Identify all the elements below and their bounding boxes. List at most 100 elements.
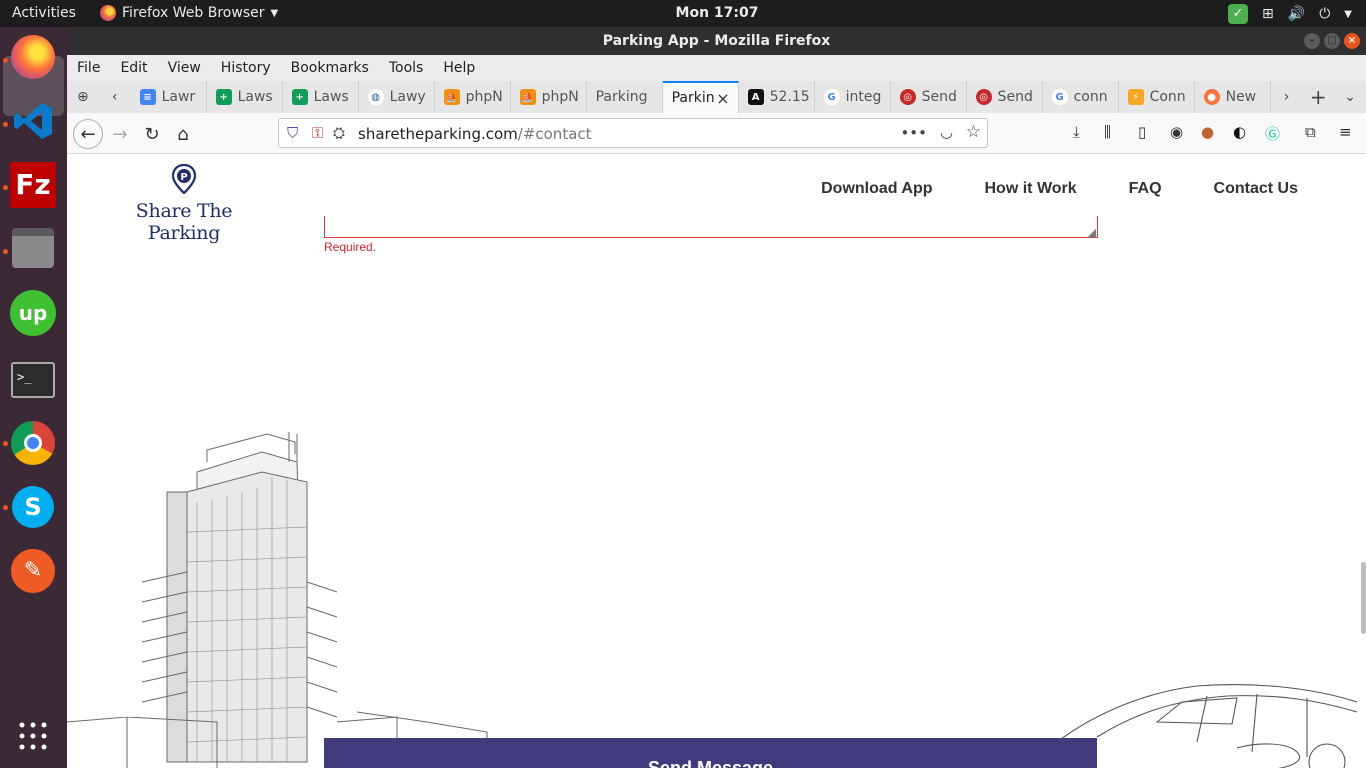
message-textarea[interactable]: ◢ [324, 216, 1098, 239]
pocket-icon[interactable]: ◡ [940, 123, 953, 141]
required-error-text: Required. [324, 240, 377, 254]
scroll-tabs-right-button[interactable]: › [1271, 81, 1303, 113]
close-window-button[interactable]: × [1344, 33, 1360, 49]
tab-8[interactable]: A 52.15 [739, 81, 815, 113]
tab-9[interactable]: Ginteg [815, 81, 891, 113]
tab-13[interactable]: ⚡ Conn [1119, 81, 1195, 113]
maximize-button[interactable]: □ [1324, 33, 1340, 49]
new-tab-button[interactable]: + [1302, 81, 1334, 113]
insecure-lock-icon[interactable]: ⚿ [312, 124, 323, 142]
tab-strip: ≡ Lawr + Laws + Laws ◍ Lawy ⛵ phpN ⛵ phpN Parking Par… [131, 81, 1271, 113]
account-icon[interactable]: ◉ [1170, 123, 1183, 141]
dock-filezilla[interactable]: Fz [9, 161, 57, 209]
home-button[interactable]: ⌂ [168, 119, 198, 149]
tab-2[interactable]: + Laws [283, 81, 359, 113]
close-tab-icon[interactable]: × [716, 89, 729, 108]
tab-11[interactable]: ◎ Send [967, 81, 1043, 113]
tray-caret-icon[interactable]: ▼ [1344, 9, 1352, 20]
permissions-icon[interactable]: ⛭ [333, 124, 345, 142]
update-check-icon[interactable]: ✓ [1228, 4, 1249, 24]
parking-pin-icon: P [171, 163, 197, 195]
menu-help[interactable]: Help [433, 55, 485, 81]
nav-faq[interactable]: FAQ [1129, 180, 1162, 198]
site-logo[interactable]: P Share The Parking [99, 163, 269, 244]
resize-handle-icon[interactable]: ◢ [1088, 226, 1096, 239]
bookmark-star-icon[interactable]: ☆ [966, 122, 981, 142]
list-all-tabs-button[interactable]: ⌄ [1334, 81, 1366, 113]
firefox-icon [11, 35, 55, 79]
scroll-tabs-left-button[interactable]: ‹ [99, 81, 131, 113]
tab-0[interactable]: ≡ Lawr [131, 81, 207, 113]
page-scrollbar-thumb[interactable] [1361, 562, 1366, 634]
url-text[interactable]: sharetheparking.com/#contact [358, 125, 592, 143]
arrow-right-icon: → [112, 123, 128, 145]
url-bar[interactable]: ⛉ ⚿ ⛭ sharetheparking.com/#contact ••• ◡… [278, 118, 988, 148]
tab-label: Lawr [161, 89, 196, 105]
menu-view[interactable]: View [158, 55, 211, 81]
a-icon: A [747, 89, 764, 105]
tab-bar: ⊕ ‹ ≡ Lawr + Laws + Laws ◍ Lawy ⛵ phpN ⛵ phpN Parkin… [67, 81, 1366, 113]
menu-tools[interactable]: Tools [379, 55, 434, 81]
grammarly-extension-icon[interactable]: Ⓖ [1265, 123, 1280, 144]
dock-chrome[interactable] [9, 419, 57, 467]
menu-file[interactable]: File [67, 55, 110, 81]
downloads-icon[interactable]: ⤓ [1073, 123, 1080, 141]
window-title: Parking App - Mozilla Firefox [602, 33, 831, 49]
dock-firefox[interactable] [9, 33, 57, 81]
dock-files[interactable] [9, 224, 57, 272]
reload-button[interactable]: ↻ [137, 119, 167, 149]
menu-history[interactable]: History [211, 55, 281, 81]
url-path: /#contact [517, 125, 592, 143]
chevron-down-icon: ⌄ [1344, 89, 1356, 105]
cookie-extension-icon[interactable]: ● [1201, 123, 1214, 141]
reload-icon: ↻ [144, 123, 160, 145]
dock-terminal[interactable]: >_ [9, 356, 57, 404]
tab-14[interactable]: ● New [1195, 81, 1271, 113]
forward-button[interactable]: → [105, 119, 135, 149]
tab-7[interactable]: Parkin × [662, 81, 739, 113]
dock-upwork[interactable]: up [9, 289, 57, 337]
system-tray[interactable]: ✓ ⊞ 🔊 ⏻ ▼ [1228, 4, 1352, 24]
dock-postman[interactable]: ✎ [9, 547, 57, 595]
tab-5[interactable]: ⛵ phpN [511, 81, 587, 113]
terminal-icon: >_ [11, 362, 55, 398]
send-icon: ◎ [899, 89, 916, 105]
tab-10[interactable]: ◎ Send [891, 81, 967, 113]
tab-6[interactable]: Parking [587, 81, 663, 113]
extensions-icon[interactable]: ⧉ [1305, 123, 1316, 141]
dock-skype[interactable]: S [9, 483, 57, 531]
postman-icon: ✎ [11, 549, 55, 593]
back-button[interactable]: ← [73, 119, 103, 149]
tab-label: conn [1073, 89, 1108, 105]
nav-contact-us[interactable]: Contact Us [1214, 180, 1298, 198]
network-icon[interactable]: ⊞ [1262, 6, 1274, 22]
library-icon[interactable]: ⫼ [1104, 123, 1111, 141]
tracking-shield-icon[interactable]: ⛉ [287, 124, 298, 142]
nav-download-app[interactable]: Download App [821, 180, 932, 198]
tab-12[interactable]: Gconn [1043, 81, 1119, 113]
minimize-button[interactable]: – [1304, 33, 1320, 49]
tab-3[interactable]: ◍ Lawy [359, 81, 435, 113]
car-illustration [1057, 684, 1358, 768]
clock[interactable]: Mon 17:07 [0, 5, 1366, 21]
tab-1[interactable]: + Laws [207, 81, 283, 113]
tab-label: Send [997, 89, 1033, 105]
power-icon[interactable]: ⏻ [1319, 6, 1330, 22]
menu-edit[interactable]: Edit [110, 55, 157, 81]
dock-running-dot [3, 249, 8, 254]
sidebar-icon[interactable]: ▯ [1138, 123, 1146, 141]
page-actions-icon[interactable]: ••• [900, 124, 927, 142]
send-message-button[interactable]: Send Message [324, 738, 1097, 768]
tab-overview-button[interactable]: ⊕ [67, 81, 99, 113]
volume-icon[interactable]: 🔊 [1288, 6, 1305, 22]
colorzilla-extension-icon[interactable]: ◐ [1233, 123, 1246, 141]
menu-bookmarks[interactable]: Bookmarks [281, 55, 379, 81]
tab-4[interactable]: ⛵ phpN [435, 81, 511, 113]
nav-how-it-work[interactable]: How it Work [985, 180, 1077, 198]
dock-vscode[interactable] [9, 97, 57, 145]
tab-label: Parkin [671, 90, 715, 106]
globe-icon: ◍ [367, 89, 384, 105]
show-applications-button[interactable] [9, 712, 57, 760]
hamburger-menu-icon[interactable]: ≡ [1339, 123, 1352, 141]
window-title-bar: Parking App - Mozilla Firefox – □ × [67, 27, 1366, 55]
